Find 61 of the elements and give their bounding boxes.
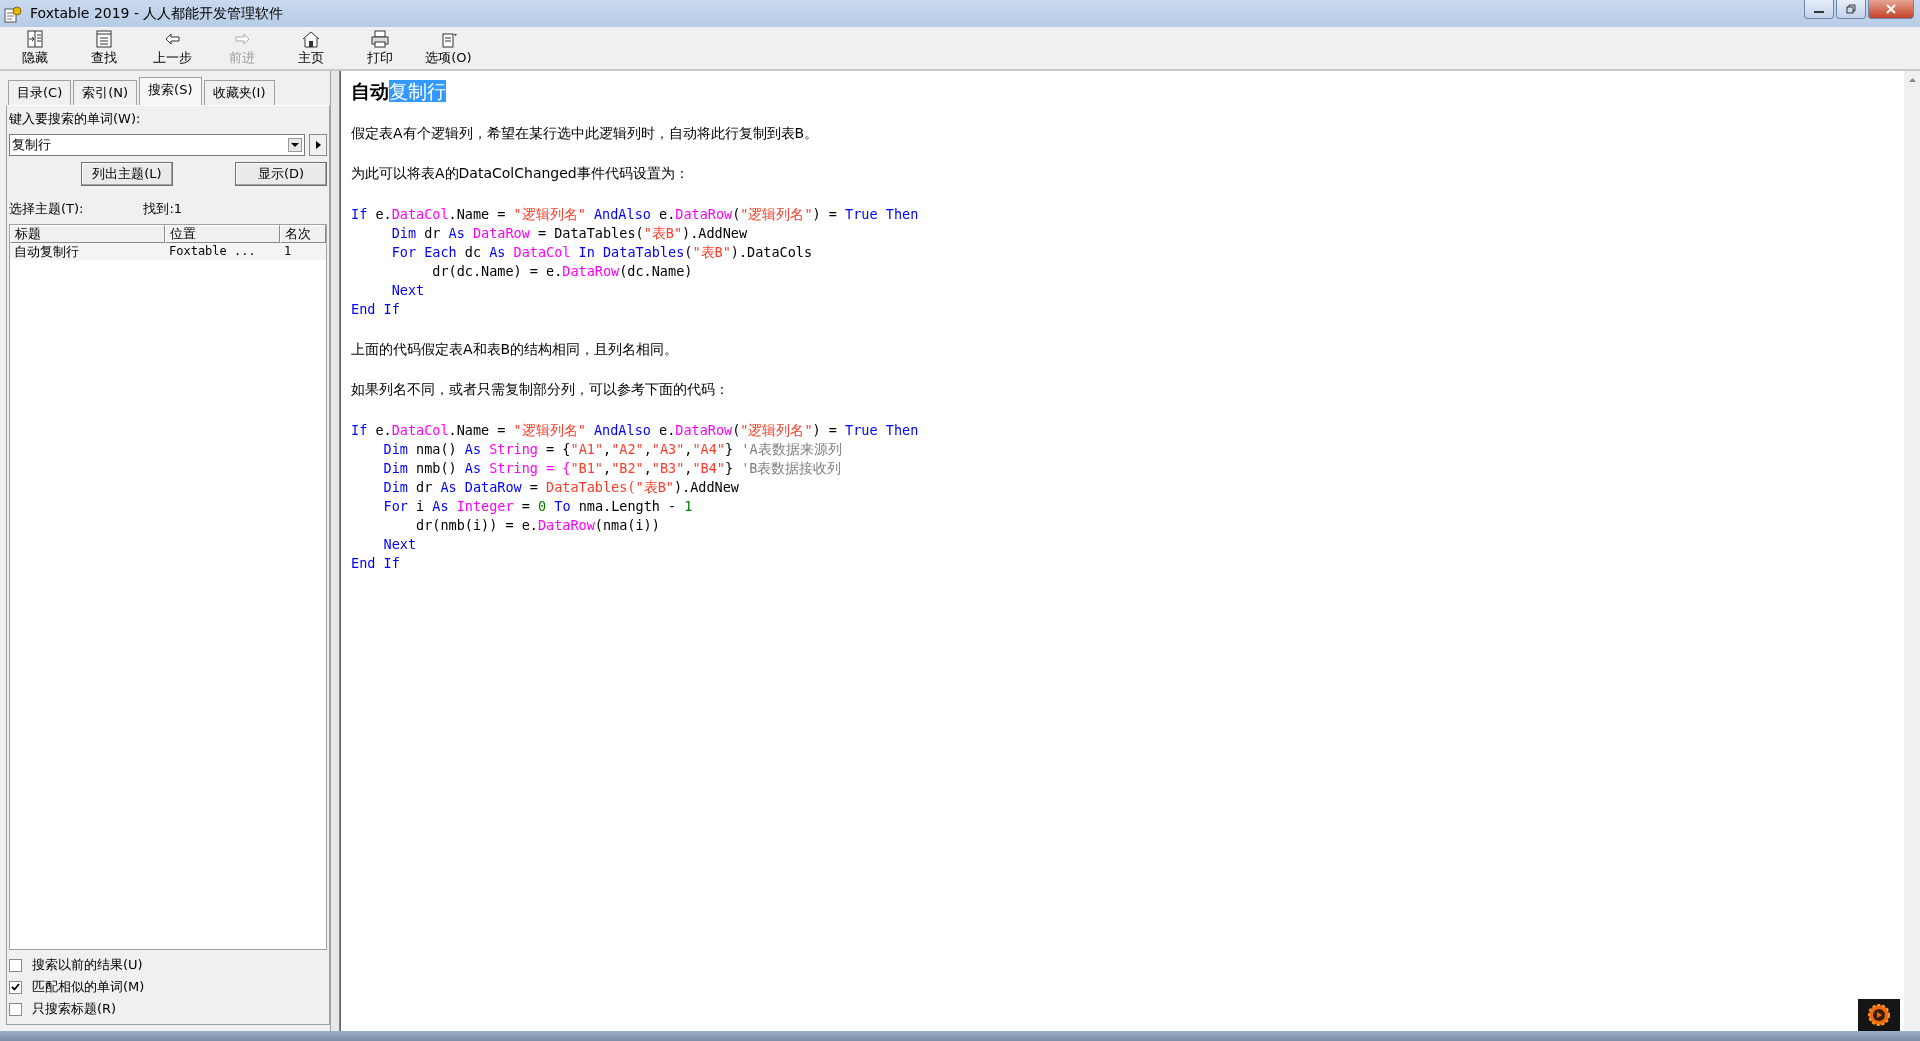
toolbar-button[interactable]: 选项(O) bbox=[414, 27, 483, 69]
column-header[interactable]: 名次 bbox=[280, 225, 326, 243]
paragraph: 如果列名不同，或者只需复制部分列，可以参考下面的代码： bbox=[351, 381, 730, 399]
search-combo-field[interactable]: 复制行 bbox=[9, 134, 305, 156]
paragraph: 上面的代码假定表A和表B的结构相同，且列名相同。 bbox=[351, 341, 680, 359]
close-icon bbox=[1886, 4, 1896, 14]
sun-play-icon bbox=[1867, 1003, 1891, 1027]
code-line: Dim dr As DataRow = DataTables("表B").AddNew bbox=[382, 478, 740, 497]
toolbar-button[interactable]: 主页 bbox=[276, 27, 345, 69]
list-topics-button[interactable]: 列出主题(L) bbox=[81, 162, 173, 186]
checkbox[interactable] bbox=[9, 1002, 22, 1016]
play-arrow-icon bbox=[314, 140, 322, 150]
code-line: dr(dc.Name) = e.DataRow(dc.Name) bbox=[431, 262, 694, 281]
sidebar-tab[interactable]: 收藏夹(I) bbox=[203, 80, 275, 105]
go-button[interactable] bbox=[309, 134, 327, 156]
document-icon bbox=[93, 29, 114, 48]
display-button[interactable]: 显示(D) bbox=[235, 162, 327, 186]
floating-widget[interactable] bbox=[1858, 999, 1900, 1031]
printer-icon bbox=[369, 29, 390, 48]
hide-panel-icon bbox=[24, 29, 45, 48]
code-line: End If bbox=[351, 554, 401, 573]
code-line: If e.DataCol.Name = "逻辑列名" AndAlso e.DataRow("逻辑列名") = True Then bbox=[351, 421, 920, 440]
restore-icon bbox=[1846, 4, 1856, 14]
found-count: 找到:1 bbox=[143, 200, 183, 218]
code-line: End If bbox=[351, 300, 401, 319]
code-line: For Each dc As DataCol In DataTables("表B").DataCols bbox=[390, 243, 814, 262]
sidebar-tab[interactable]: 目录(C) bbox=[8, 80, 72, 105]
column-header[interactable]: 标题 bbox=[10, 225, 165, 243]
help-book-icon bbox=[4, 4, 22, 23]
toolbar-button[interactable]: 打印 bbox=[345, 27, 414, 69]
topic-title: 自动复制行 bbox=[351, 79, 447, 104]
search-label: 键入要搜索的单词(W): bbox=[9, 110, 142, 128]
code-line: Dim dr As DataRow = DataTables("表B").AddNew bbox=[390, 224, 749, 243]
checkbox-label: 只搜索标题(R) bbox=[32, 1000, 117, 1018]
window-title: Foxtable 2019 - 人人都能开发管理软件 bbox=[30, 4, 285, 23]
home-icon bbox=[300, 29, 321, 48]
sidebar-tab[interactable]: 搜索(S) bbox=[139, 77, 202, 105]
toolbar-button[interactable]: 查找 bbox=[69, 27, 138, 69]
minimize-icon bbox=[1814, 11, 1824, 13]
checkbox-label: 搜索以前的结果(U) bbox=[32, 956, 143, 974]
checkbox[interactable] bbox=[9, 980, 22, 994]
checkbox-label: 匹配相似的单词(M) bbox=[32, 978, 145, 996]
code-line: Dim nmb() As String = {"B1","B2","B3","B4"} 'B表数据接收列 bbox=[382, 459, 843, 478]
column-header[interactable]: 位置 bbox=[165, 225, 280, 243]
topic-row[interactable]: 自动复制行 Foxtable ... 1 bbox=[10, 243, 326, 260]
paragraph: 为此可以将表A的DataColChanged事件代码设置为： bbox=[351, 165, 690, 183]
topic-label: 选择主题(T): bbox=[9, 200, 84, 218]
code-line: Next bbox=[382, 535, 418, 554]
code-line: Dim nma() As String = {"A1","A2","A3","A4"} 'A表数据来源列 bbox=[382, 440, 843, 459]
toolbar-button[interactable]: 隐藏 bbox=[0, 27, 69, 69]
checkbox[interactable] bbox=[9, 958, 22, 972]
paragraph: 假定表A有个逻辑列，希望在某行选中此逻辑列时，自动将此行复制到表B。 bbox=[351, 125, 820, 143]
sidebar-tab[interactable]: 索引(N) bbox=[73, 80, 138, 105]
toolbar-button[interactable]: 上一步 bbox=[138, 27, 207, 69]
code-line: Next bbox=[390, 281, 426, 300]
scroll-up-arrow-icon[interactable] bbox=[1908, 77, 1916, 82]
code-line: dr(nmb(i)) = e.DataRow(nma(i)) bbox=[415, 516, 661, 535]
close-button[interactable] bbox=[1868, 0, 1914, 19]
code-line: If e.DataCol.Name = "逻辑列名" AndAlso e.DataRow("逻辑列名") = True Then bbox=[351, 205, 920, 224]
minimize-button[interactable] bbox=[1804, 0, 1834, 19]
code-line: For i As Integer = 0 To nma.Length - 1 bbox=[382, 497, 694, 516]
